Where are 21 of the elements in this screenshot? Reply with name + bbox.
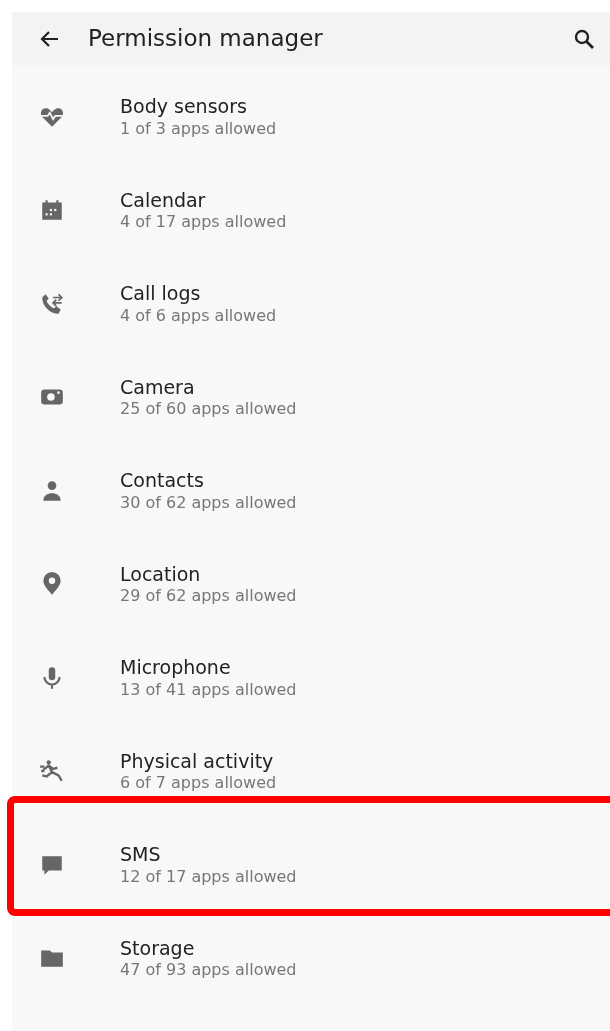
permission-summary: 6 of 7 apps allowed xyxy=(120,773,277,794)
permission-summary: 29 of 62 apps allowed xyxy=(120,586,297,607)
permission-summary: 47 of 93 apps allowed xyxy=(120,960,297,981)
permission-summary: 4 of 6 apps allowed xyxy=(120,305,277,327)
permission-summary: 4 of 17 apps allowed xyxy=(120,212,287,233)
permission-summary: 12 of 17 apps allowed xyxy=(120,866,297,888)
permission-title[interactable]: Storage xyxy=(120,935,297,961)
permission-summary: 25 of 60 apps allowed xyxy=(120,399,297,420)
permission-title[interactable]: Call logs xyxy=(120,281,277,306)
permission-title[interactable]: Contacts xyxy=(120,468,297,493)
permission-title[interactable]: Physical activity xyxy=(120,748,277,774)
permission-title[interactable]: SMS xyxy=(120,842,297,867)
permission-title[interactable]: Camera xyxy=(120,374,297,400)
permission-title[interactable]: Microphone xyxy=(120,655,297,680)
permission-title[interactable]: Body sensors xyxy=(120,94,277,119)
permission-summary: 30 of 62 apps allowed xyxy=(120,492,297,514)
permission-summary: 1 of 3 apps allowed xyxy=(120,118,277,140)
screen-title: Permission manager xyxy=(88,24,324,54)
permission-summary: 13 of 41 apps allowed xyxy=(120,679,297,701)
permission-title[interactable]: Location xyxy=(120,561,297,587)
permission-title[interactable]: Calendar xyxy=(120,187,287,213)
